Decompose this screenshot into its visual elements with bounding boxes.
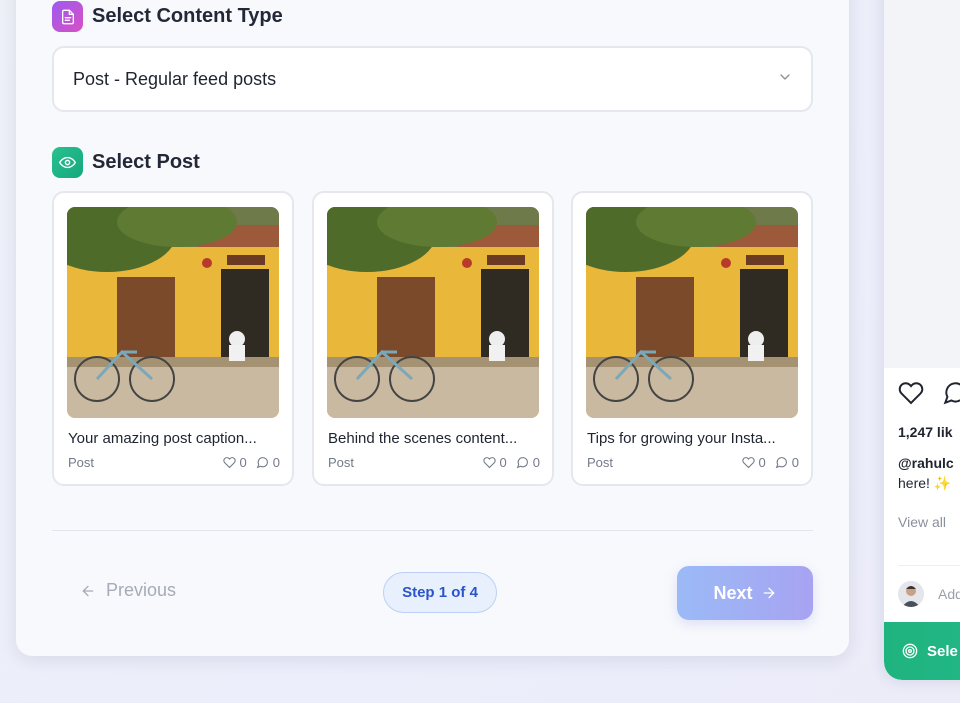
heart-icon (222, 457, 236, 469)
preview-divider (898, 565, 960, 566)
eye-icon (52, 147, 83, 178)
step-indicator: Step 1 of 4 (383, 572, 497, 613)
post-thumbnail (327, 207, 539, 418)
comment-count: 0 (532, 455, 540, 470)
comment-icon (256, 457, 268, 469)
arrow-right-icon (763, 587, 774, 599)
preview-image-area (884, 0, 960, 368)
post-thumbnail (586, 207, 798, 418)
post-card[interactable]: Your amazing post caption... Post 0 0 (52, 191, 294, 486)
view-all-comments-link[interactable]: View all (898, 514, 946, 530)
previous-button[interactable]: Previous (80, 580, 176, 601)
content-type-header: Select Content Type (52, 1, 283, 32)
next-button[interactable]: Next (677, 566, 813, 620)
heart-icon[interactable] (898, 380, 924, 406)
preview-actions (898, 380, 960, 406)
post-type: Post (587, 455, 614, 470)
post-card[interactable]: Behind the scenes content... Post 0 0 (312, 191, 554, 486)
document-icon (52, 1, 83, 32)
comment-count: 0 (272, 455, 280, 470)
post-type: Post (68, 455, 95, 470)
post-meta: Post 0 0 (328, 455, 540, 470)
select-button-label: Sele (927, 642, 958, 660)
post-meta: Post 0 0 (587, 455, 799, 470)
heart-icon (482, 457, 496, 469)
like-count: 0 (499, 455, 507, 470)
next-label: Next (713, 582, 753, 603)
post-caption: Tips for growing your Insta... (587, 430, 776, 447)
preview-username: @rahulc (898, 455, 954, 471)
add-comment-input[interactable]: Add (938, 586, 960, 602)
avatar (898, 581, 924, 607)
footer-divider (52, 530, 813, 531)
post-type: Post (328, 455, 355, 470)
content-type-select[interactable]: Post - Regular feed posts (52, 46, 813, 112)
chevron-down-icon (777, 69, 793, 90)
comment-icon (775, 457, 787, 469)
post-thumbnail (67, 207, 279, 418)
select-post-title: Select Post (92, 151, 200, 173)
content-type-value: Post - Regular feed posts (73, 68, 277, 89)
post-caption: Behind the scenes content... (328, 430, 518, 447)
like-count: 0 (758, 455, 766, 470)
previous-label: Previous (106, 580, 177, 600)
post-card[interactable]: Tips for growing your Insta... Post 0 0 (571, 191, 813, 486)
like-count: 0 (239, 455, 247, 470)
comment-icon[interactable] (942, 380, 960, 406)
heart-icon (741, 457, 755, 469)
post-caption: Your amazing post caption... (68, 430, 257, 447)
comment-icon (516, 457, 528, 469)
comment-count: 0 (791, 455, 799, 470)
arrow-left-icon (82, 585, 94, 596)
target-icon (902, 643, 918, 659)
select-post-button[interactable]: Sele (884, 622, 960, 680)
preview-likes: 1,247 lik (898, 424, 953, 440)
content-type-title: Select Content Type (92, 5, 283, 27)
preview-caption: here! ✨ (898, 475, 952, 491)
post-meta: Post 0 0 (68, 455, 280, 470)
select-post-header: Select Post (52, 147, 200, 178)
post-preview-panel: 1,247 lik @rahulc here! ✨ View all Add S… (884, 0, 960, 680)
